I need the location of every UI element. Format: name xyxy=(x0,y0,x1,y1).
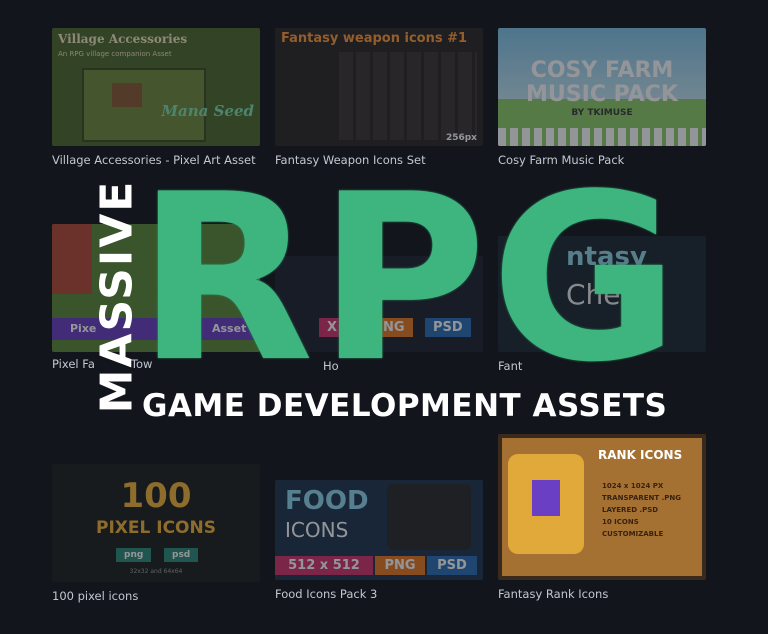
rank-feature-4: CUSTOMIZABLE xyxy=(602,530,664,538)
thumbnail-fantasy-rank-icons[interactable]: RANK ICONS 1024 x 1024 PX TRANSPARENT .P… xyxy=(498,434,706,580)
card-food-icons-pack-3[interactable]: FOOD ICONS 512 x 512 PNG PSD Food Icons … xyxy=(275,480,483,601)
card-100-pixel-icons[interactable]: 100 PIXEL ICONS png psd 32x32 and 64x64 … xyxy=(52,464,260,603)
thumb-food: FOOD xyxy=(285,486,369,516)
thumbnail-100-pixel-icons[interactable]: 100 PIXEL ICONS png psd 32x32 and 64x64 xyxy=(52,464,260,582)
thumb-sub: PIXEL ICONS xyxy=(96,518,216,538)
rank-feature-1: TRANSPARENT .PNG xyxy=(602,494,682,502)
thumb-heading: Village Accessories xyxy=(58,32,188,46)
thumb-size: 256px xyxy=(445,133,477,143)
rank-feature-2: LAYERED .PSD xyxy=(602,506,659,514)
card-title[interactable]: Fantasy Rank Icons xyxy=(498,587,706,601)
thumb-by: BY TKIMUSE xyxy=(571,108,633,118)
card-title[interactable]: Food Icons Pack 3 xyxy=(275,587,483,601)
pill-png: png xyxy=(116,548,152,562)
rank-feature-0: 1024 x 1024 PX xyxy=(602,482,664,490)
rpg-title: RPG xyxy=(136,146,684,413)
thumb-icons: ICONS xyxy=(285,518,349,542)
card-title[interactable]: 100 pixel icons xyxy=(52,589,260,603)
pill-png: PNG xyxy=(375,556,425,575)
thumb-line2: MUSIC PACK xyxy=(526,82,678,107)
game-development-assets-subtitle: GAME DEVELOPMENT ASSETS xyxy=(142,388,668,424)
thumb-big: 100 xyxy=(120,476,192,516)
thumb-heading: Fantasy weapon icons #1 xyxy=(281,31,468,46)
thumb-heading: RANK ICONS xyxy=(598,448,683,462)
thumbnail-food-icons-pack-3[interactable]: FOOD ICONS 512 x 512 PNG PSD xyxy=(275,480,483,580)
title-part1: Pixel Fa xyxy=(52,357,95,371)
pill-psd: PSD xyxy=(427,556,477,575)
thumbnail-fantasy-weapon-icons[interactable]: Fantasy weapon icons #1 256px xyxy=(275,28,483,146)
thumb-line1: COSY FARM xyxy=(530,58,674,83)
weapon-icons-grid xyxy=(339,52,477,140)
food-dish xyxy=(387,484,471,550)
massive-vertical-text: MASSIVE xyxy=(91,172,143,420)
thumbnail-village-accessories[interactable]: Village Accessories An RPG village compa… xyxy=(52,28,260,146)
village-house xyxy=(112,83,142,107)
rank-gem xyxy=(532,480,560,516)
pill-psd: psd xyxy=(164,548,199,562)
card-fantasy-rank-icons[interactable]: RANK ICONS 1024 x 1024 PX TRANSPARENT .P… xyxy=(498,434,706,601)
thumb-blurb: An RPG village companion Asset xyxy=(58,50,172,58)
rank-feature-3: 10 ICONS xyxy=(602,518,639,526)
thumb-sizes: 32x32 and 64x64 xyxy=(129,568,183,575)
fence xyxy=(498,128,706,146)
thumb-logo: Mana Seed xyxy=(161,102,254,120)
house-roof xyxy=(52,224,92,294)
massive-label: MASSIVE xyxy=(91,179,143,413)
thumbnail-cosy-farm-music-pack[interactable]: COSY FARM MUSIC PACK BY TKIMUSE xyxy=(498,28,706,146)
pill-size: 512 x 512 xyxy=(275,556,373,575)
